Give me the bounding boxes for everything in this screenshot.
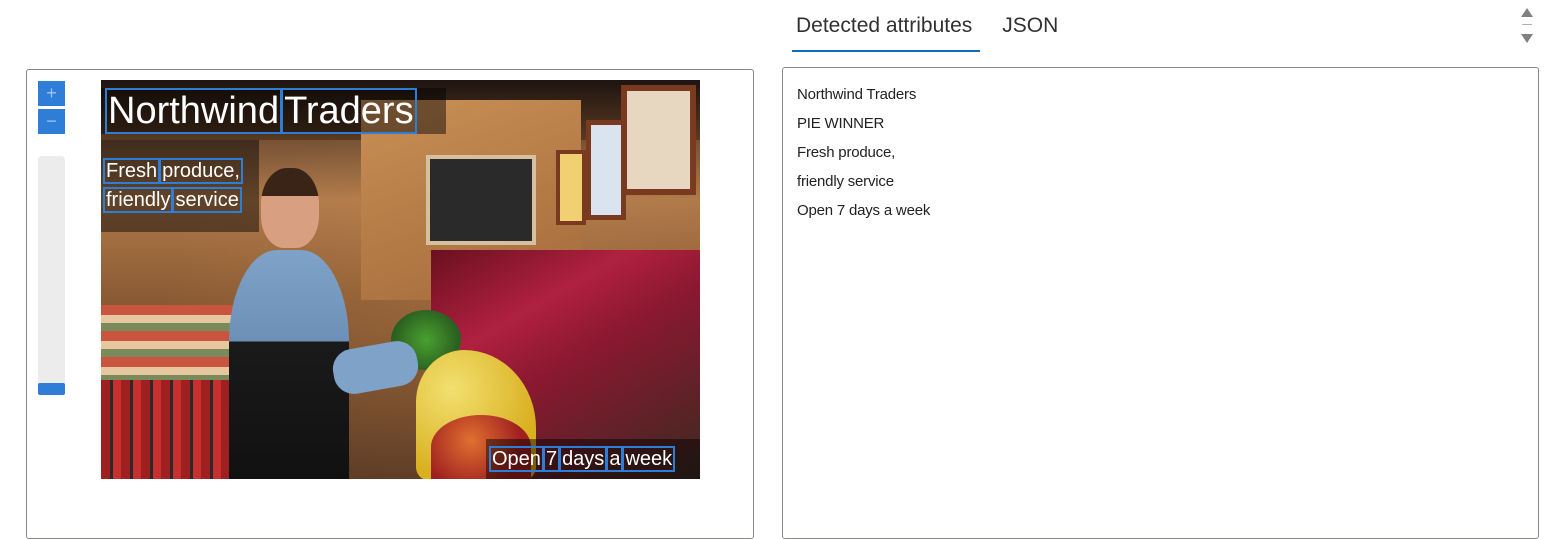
result-tabs: Detected attributes JSON [788, 0, 1066, 52]
ocr-line: Fresh produce, [102, 157, 259, 186]
ocr-word-box[interactable]: Traders [281, 88, 417, 134]
photo-window [426, 155, 536, 245]
photo-shelf [101, 380, 231, 479]
zoom-slider-thumb[interactable] [38, 383, 65, 395]
ocr-word-box[interactable]: Northwind [104, 88, 283, 134]
result-line: Open 7 days a week [797, 202, 931, 219]
image-panel: + − Northwind Traders Fresh produce, frien… [26, 69, 754, 539]
ocr-word-box[interactable]: days [559, 446, 608, 472]
ocr-word-box[interactable]: Open [489, 446, 544, 472]
ocr-subtitle-region[interactable]: Fresh produce, friendly service [101, 140, 259, 232]
zoom-out-button[interactable]: − [38, 109, 65, 134]
ocr-title-region[interactable]: Northwind Traders [101, 88, 446, 134]
photo-sign [556, 150, 586, 225]
ocr-word-box[interactable]: week [622, 446, 676, 472]
zoom-slider-track[interactable] [38, 156, 65, 394]
tab-json[interactable]: JSON [994, 0, 1066, 52]
scroll-divider [1522, 24, 1532, 25]
detected-attributes-panel[interactable]: Northwind Traders PIE WINNER Fresh produ… [782, 67, 1539, 539]
result-line: Northwind Traders [797, 86, 917, 103]
tab-detected-attributes[interactable]: Detected attributes [788, 0, 981, 52]
photo-person [229, 250, 349, 479]
zoom-in-button[interactable]: + [38, 81, 65, 106]
scroll-down-icon[interactable] [1521, 34, 1533, 43]
ocr-word-box[interactable]: produce, [159, 158, 243, 184]
ocr-hours-region[interactable]: Open 7 days a week [486, 439, 700, 479]
scroll-up-icon[interactable] [1521, 8, 1533, 17]
ocr-line: friendly service [102, 186, 259, 215]
ocr-word-box[interactable]: friendly [102, 187, 174, 213]
ocr-word-box[interactable]: Fresh [102, 158, 161, 184]
ocr-word-box[interactable]: service [172, 187, 242, 213]
result-line: Fresh produce, [797, 144, 896, 161]
ocr-word-box[interactable]: a [606, 446, 624, 472]
ocr-word-box[interactable]: 7 [542, 446, 561, 472]
photo-sign [621, 85, 696, 195]
photo-person-head [261, 168, 319, 248]
analyzed-image: Northwind Traders Fresh produce, friendly s… [101, 80, 700, 479]
result-line: friendly service [797, 173, 894, 190]
photo-sign [586, 120, 626, 220]
page-scrollbar[interactable] [1514, 4, 1540, 50]
result-line: PIE WINNER [797, 115, 885, 132]
